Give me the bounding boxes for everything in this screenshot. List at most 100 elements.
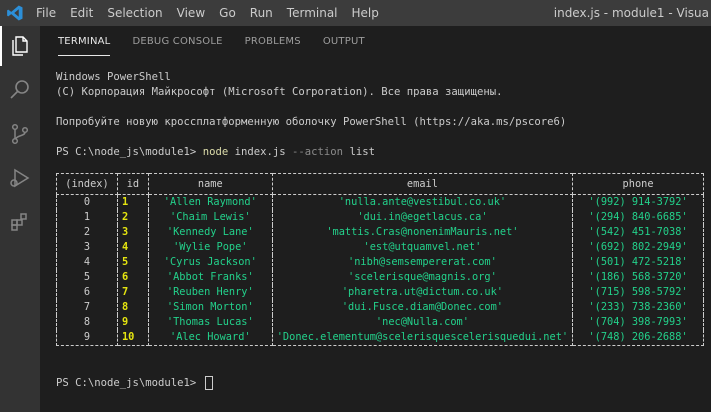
menu-run[interactable]: Run [250, 6, 273, 20]
terminal-panel: TERMINAL DEBUG CONSOLE PROBLEMS OUTPUT W… [40, 26, 711, 412]
activity-bar [0, 26, 40, 412]
cell-index: 1 [56, 210, 118, 225]
cell-id: 6 [116, 270, 149, 285]
menu-help[interactable]: Help [352, 6, 379, 20]
tab-output[interactable]: OUTPUT [323, 26, 365, 56]
extensions-icon[interactable] [8, 210, 32, 234]
cell-phone: '(748) 206-2688' [572, 330, 704, 346]
command-value: list [349, 146, 375, 158]
cell-email: 'nec@Nulla.com' [271, 315, 574, 330]
cell-name: 'Allen Raymond' [147, 194, 273, 210]
cell-email: 'est@utquamvel.net' [271, 240, 574, 255]
table-row: 9 10 'Alec Howard' 'Donec.elementum@sceleri… [56, 330, 704, 346]
cell-id: 1 [116, 194, 149, 210]
terminal-cursor [204, 376, 213, 390]
cell-phone: '(233) 738-2360' [572, 300, 704, 315]
cell-id: 5 [116, 255, 149, 270]
terminal-output[interactable]: Windows PowerShell (C) Корпорация Майкро… [56, 70, 711, 160]
table-row: 5 6 'Abbot Franks''scelerisque@magnis.org'… [56, 270, 704, 285]
header-phone: phone [572, 173, 704, 195]
files-icon[interactable] [8, 34, 32, 58]
console-table: (index) id name email phone 0 1 'Allen Ray… [56, 173, 704, 346]
cell-index: 3 [56, 240, 118, 255]
cell-index: 0 [56, 194, 118, 210]
table-row: 7 8 'Simon Morton''dui.Fusce.diam@Donec.co… [56, 300, 704, 315]
banner-line [56, 100, 711, 115]
menu-terminal[interactable]: Terminal [287, 6, 338, 20]
panel-tabs: TERMINAL DEBUG CONSOLE PROBLEMS OUTPUT [58, 26, 387, 56]
menu-edit[interactable]: Edit [70, 6, 93, 20]
cell-name: 'Chaim Lewis' [147, 210, 273, 225]
cell-name: 'Kennedy Lane' [147, 225, 273, 240]
table-row: 3 4 'Wylie Pope''est@utquamvel.net' '(692) … [56, 240, 704, 255]
cell-id: 3 [116, 225, 149, 240]
cell-index: 9 [56, 330, 118, 346]
table-row: 0 1 'Allen Raymond''nulla.ante@vestibul.co… [56, 194, 704, 210]
cell-phone: '(186) 568-3720' [572, 270, 704, 285]
command-line: PS C:\node_js\module1> node index.js --a… [56, 145, 711, 160]
search-icon[interactable] [8, 78, 32, 102]
command-file: index.js [234, 146, 286, 158]
cell-name: 'Simon Morton' [147, 300, 273, 315]
cell-email: 'nulla.ante@vestibul.co.uk' [271, 194, 574, 210]
cell-id: 4 [116, 240, 149, 255]
cell-email: 'nibh@semsempererat.com' [271, 255, 574, 270]
cell-email: 'Donec.elementum@scelerisquescelerisqued… [271, 330, 574, 346]
table-row: 8 9 'Thomas Lucas''nec@Nulla.com' '(704) 39… [56, 315, 704, 330]
header-index: (index) [56, 173, 118, 195]
title-bar: File Edit Selection View Go Run Terminal… [0, 0, 711, 26]
cell-phone: '(715) 598-5792' [572, 285, 704, 300]
final-prompt[interactable]: PS C:\node_js\module1> [56, 376, 711, 391]
cell-id: 8 [116, 300, 149, 315]
cell-name: 'Reuben Henry' [147, 285, 273, 300]
cell-phone: '(692) 802-2949' [572, 240, 704, 255]
cell-id: 7 [116, 285, 149, 300]
cell-index: 6 [56, 285, 118, 300]
table-row: 4 5 'Cyrus Jackson''nibh@semsempererat.com… [56, 255, 704, 270]
banner-line: Windows PowerShell [56, 71, 171, 83]
menu-file[interactable]: File [36, 6, 56, 20]
header-email: email [271, 173, 574, 195]
table-row: 2 3 'Kennedy Lane''mattis.Cras@nonenimMaur… [56, 225, 704, 240]
active-indicator [0, 26, 2, 66]
banner-line: (C) Корпорация Майкрософт (Microsoft Cor… [56, 86, 503, 98]
tab-problems[interactable]: PROBLEMS [245, 26, 301, 56]
cell-phone: '(992) 914-3792' [572, 194, 704, 210]
cell-id: 2 [116, 210, 149, 225]
run-debug-icon[interactable] [8, 166, 32, 190]
cell-name: 'Cyrus Jackson' [147, 255, 273, 270]
cell-phone: '(294) 840-6685' [572, 210, 704, 225]
header-name: name [147, 173, 273, 195]
table-header-row: (index) id name email phone [56, 173, 704, 195]
vscode-logo-icon [7, 5, 23, 21]
cell-index: 7 [56, 300, 118, 315]
cell-phone: '(542) 451-7038' [572, 225, 704, 240]
cell-email: 'mattis.Cras@nonenimMauris.net' [271, 225, 574, 240]
window-title: index.js - module1 - Visua [553, 6, 709, 20]
cell-id: 9 [116, 315, 149, 330]
prompt-text: PS C:\node_js\module1> [56, 146, 203, 158]
menu-bar: File Edit Selection View Go Run Terminal… [36, 0, 393, 26]
menu-go[interactable]: Go [219, 6, 236, 20]
cell-email: 'dui.in@egetlacus.ca' [271, 210, 574, 225]
source-control-icon[interactable] [8, 122, 32, 146]
table-row: 6 7 'Reuben Henry''pharetra.ut@dictum.co.u… [56, 285, 704, 300]
menu-selection[interactable]: Selection [107, 6, 162, 20]
cell-name: 'Wylie Pope' [147, 240, 273, 255]
prompt-text: PS C:\node_js\module1> [56, 377, 203, 389]
cell-id: 10 [116, 330, 149, 346]
cell-email: 'dui.Fusce.diam@Donec.com' [271, 300, 574, 315]
cell-email: 'pharetra.ut@dictum.co.uk' [271, 285, 574, 300]
cell-phone: '(704) 398-7993' [572, 315, 704, 330]
tab-debug-console[interactable]: DEBUG CONSOLE [132, 26, 222, 56]
command-flag: --action [292, 146, 344, 158]
cell-index: 8 [56, 315, 118, 330]
tab-terminal[interactable]: TERMINAL [58, 26, 111, 56]
command-program: node [202, 146, 229, 158]
cell-index: 4 [56, 255, 118, 270]
banner-line: Попробуйте новую кроссплатформенную обол… [56, 116, 567, 128]
table-row: 1 2 'Chaim Lewis''dui.in@egetlacus.ca' '(29… [56, 210, 704, 225]
menu-view[interactable]: View [177, 6, 205, 20]
cell-phone: '(501) 472-5218' [572, 255, 704, 270]
